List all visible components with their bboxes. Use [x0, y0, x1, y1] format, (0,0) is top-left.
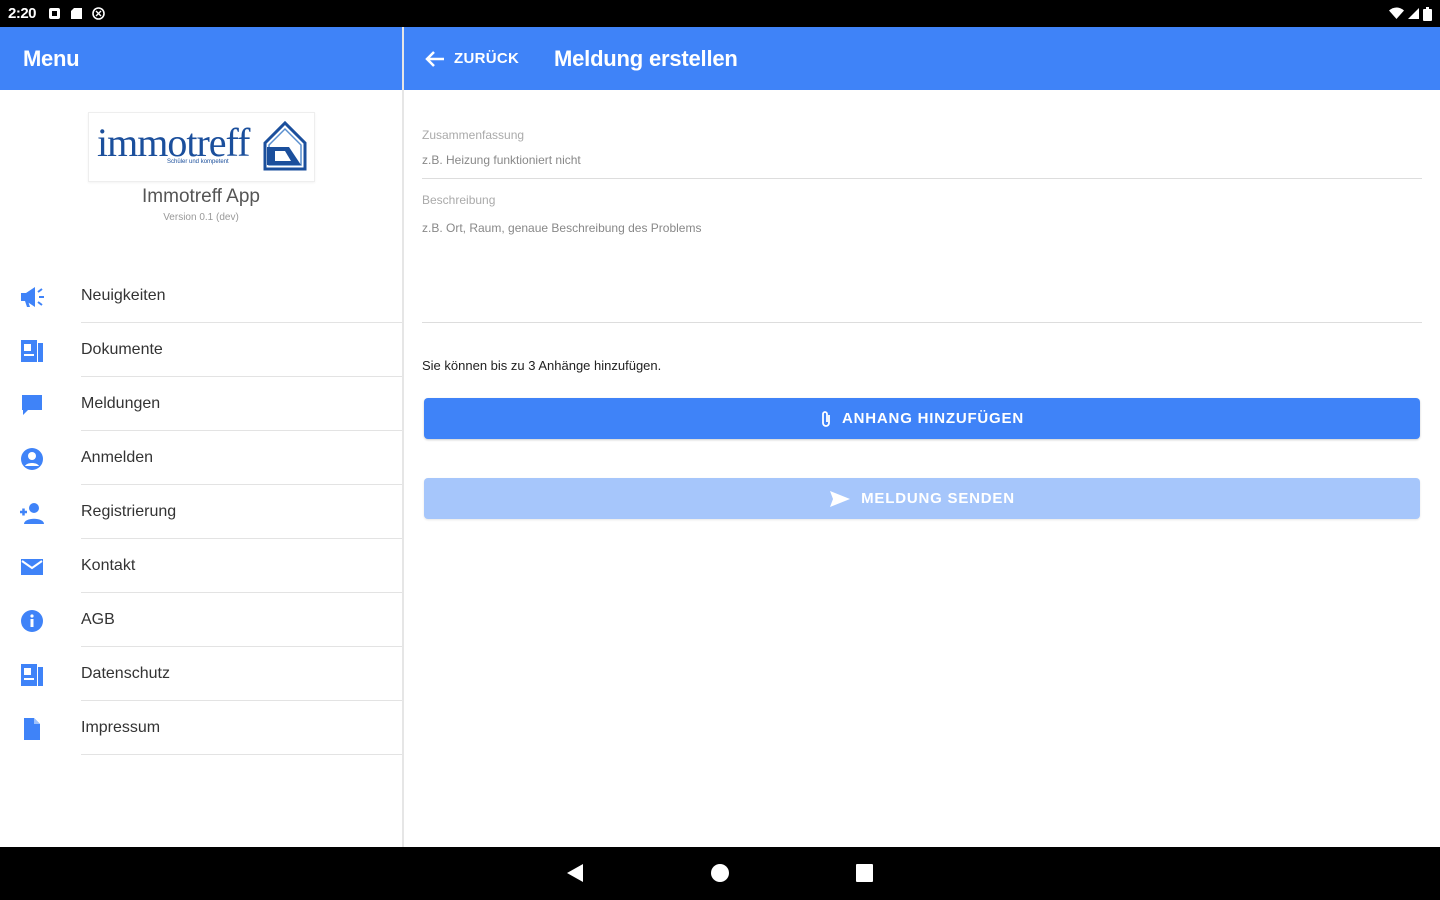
sidebar-item-label: Datenschutz — [81, 665, 170, 682]
summary-underline — [422, 178, 1422, 179]
sidebar-item-datenschutz[interactable]: Datenschutz — [0, 647, 402, 701]
summary-input[interactable] — [422, 151, 1422, 169]
sidebar-nav: Neuigkeiten Dokumente Meldungen Anmelden — [0, 269, 402, 755]
sidebar-item-kontakt[interactable]: Kontakt — [0, 539, 402, 593]
app-name: Immotreff App — [142, 186, 260, 207]
sidebar-item-label: Kontakt — [81, 557, 136, 574]
description-input[interactable] — [422, 221, 1422, 317]
megaphone-icon — [18, 283, 46, 311]
system-nav-bar — [0, 847, 1440, 900]
sidebar: Menu immotreff Schüler und kompetent Imm… — [0, 27, 404, 847]
sd-card-icon — [71, 8, 83, 19]
notification-icon — [49, 8, 61, 19]
immotreff-logo: immotreff Schüler und kompetent — [88, 112, 315, 182]
battery-icon — [1423, 6, 1432, 21]
status-time: 2:20 — [8, 5, 37, 22]
sidebar-title: Menu — [0, 27, 402, 90]
sidebar-item-label: Meldungen — [81, 395, 161, 412]
attachment-note: Sie können bis zu 3 Anhänge hinzufügen. — [422, 358, 662, 373]
wifi-icon — [1389, 7, 1404, 19]
privacy-document-icon — [18, 661, 46, 689]
sidebar-item-agb[interactable]: AGB — [0, 593, 402, 647]
arrow-back-icon — [425, 50, 444, 67]
paperclip-icon — [822, 410, 830, 427]
summary-label: Zusammenfassung — [422, 128, 525, 142]
back-label: ZURÜCK — [454, 50, 520, 67]
person-add-icon — [18, 499, 46, 527]
logo-tagline: Schüler und kompetent — [167, 159, 229, 165]
documents-icon — [18, 337, 46, 365]
send-icon — [830, 490, 851, 507]
send-report-label: MELDUNG SENDEN — [861, 490, 1015, 507]
account-circle-icon — [18, 445, 46, 473]
signal-icon — [1408, 8, 1419, 19]
sidebar-item-label: AGB — [81, 611, 115, 628]
status-bar: 2:20 — [0, 0, 1440, 27]
main-panel: ZURÜCK Meldung erstellen Zusammenfassung… — [404, 27, 1440, 847]
mail-icon — [18, 553, 46, 581]
house-logo-icon — [263, 120, 307, 171]
sidebar-item-label: Registrierung — [81, 503, 177, 520]
add-attachment-label: ANHANG HINZUFÜGEN — [842, 410, 1024, 427]
vpn-icon — [92, 7, 105, 20]
description-field: Beschreibung — [422, 193, 1422, 323]
send-report-button[interactable]: MELDUNG SENDEN — [424, 478, 1420, 519]
sidebar-item-meldungen[interactable]: Meldungen — [0, 377, 402, 431]
back-icon[interactable] — [566, 863, 584, 883]
description-underline — [422, 322, 1422, 323]
sidebar-item-label: Dokumente — [81, 341, 163, 358]
chat-icon — [18, 391, 46, 419]
back-button[interactable]: ZURÜCK — [424, 27, 519, 90]
brand-area: immotreff Schüler und kompetent Immotref… — [0, 90, 402, 265]
sidebar-item-label: Anmelden — [81, 449, 154, 466]
sidebar-item-impressum[interactable]: Impressum — [0, 701, 402, 755]
info-icon — [18, 607, 46, 635]
recents-icon[interactable] — [855, 863, 874, 883]
sidebar-item-anmelden[interactable]: Anmelden — [0, 431, 402, 485]
sidebar-item-registrierung[interactable]: Registrierung — [0, 485, 402, 539]
description-label: Beschreibung — [422, 193, 496, 207]
main-header: ZURÜCK Meldung erstellen — [404, 27, 1440, 90]
page-title: Meldung erstellen — [554, 45, 738, 71]
file-icon — [18, 715, 46, 743]
sidebar-item-neuigkeiten[interactable]: Neuigkeiten — [0, 269, 402, 323]
sidebar-item-label: Impressum — [81, 719, 161, 736]
add-attachment-button[interactable]: ANHANG HINZUFÜGEN — [424, 398, 1420, 439]
sidebar-item-label: Neuigkeiten — [81, 287, 166, 304]
sidebar-item-dokumente[interactable]: Dokumente — [0, 323, 402, 377]
app-version: Version 0.1 (dev) — [163, 212, 239, 223]
home-icon[interactable] — [710, 863, 730, 883]
divider — [81, 754, 402, 755]
summary-field: Zusammenfassung — [422, 128, 1422, 179]
